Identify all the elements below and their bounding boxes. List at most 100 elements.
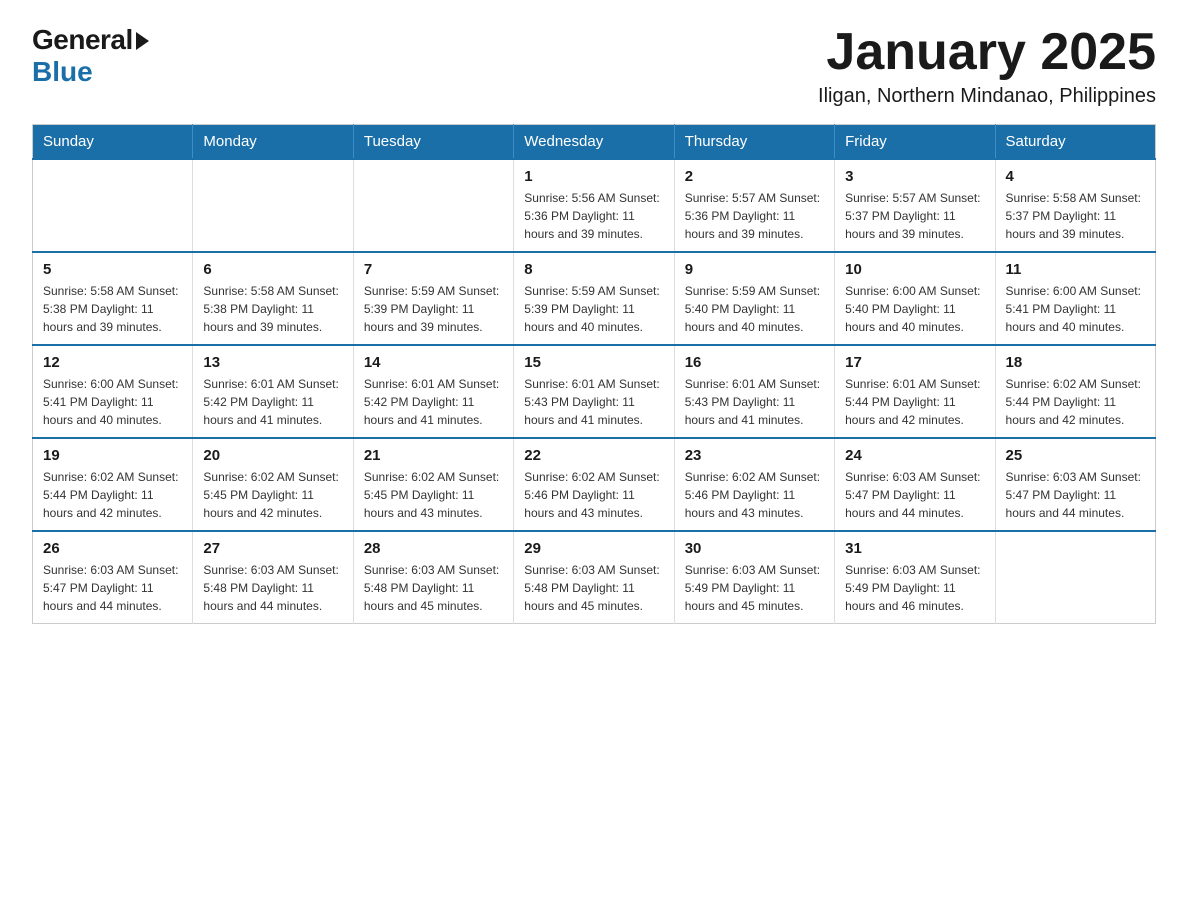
day-cell xyxy=(33,159,193,252)
day-info: Sunrise: 6:00 AM Sunset: 5:41 PM Dayligh… xyxy=(1006,282,1145,336)
day-info: Sunrise: 6:00 AM Sunset: 5:40 PM Dayligh… xyxy=(845,282,984,336)
day-info: Sunrise: 6:03 AM Sunset: 5:48 PM Dayligh… xyxy=(524,561,663,615)
day-cell: 20Sunrise: 6:02 AM Sunset: 5:45 PM Dayli… xyxy=(193,438,353,531)
month-title: January 2025 xyxy=(818,24,1156,81)
day-number: 16 xyxy=(685,354,824,371)
day-info: Sunrise: 6:02 AM Sunset: 5:44 PM Dayligh… xyxy=(1006,375,1145,429)
header-cell-sunday: Sunday xyxy=(33,125,193,160)
day-number: 5 xyxy=(43,261,182,278)
day-number: 7 xyxy=(364,261,503,278)
day-number: 10 xyxy=(845,261,984,278)
day-number: 12 xyxy=(43,354,182,371)
day-cell: 29 Sunrise: 6:03 AM Sunset: 5:48 PM Dayli… xyxy=(514,531,674,624)
logo: General Blue xyxy=(32,24,149,88)
day-number: 31 xyxy=(845,540,984,557)
day-cell: 6 Sunrise: 5:58 AM Sunset: 5:38 PM Daylig… xyxy=(193,252,353,345)
day-info: Sunrise: 5:58 AM Sunset: 5:38 PM Dayligh… xyxy=(203,282,342,336)
day-cell: 9Sunrise: 5:59 AM Sunset: 5:40 PM Daylig… xyxy=(674,252,834,345)
day-cell: 5 Sunrise: 5:58 AM Sunset: 5:38 PM Daylig… xyxy=(33,252,193,345)
header-row: SundayMondayTuesdayWednesdayThursdayFrid… xyxy=(33,125,1156,160)
week-row-1: 1Sunrise: 5:56 AM Sunset: 5:36 PM Daylig… xyxy=(33,159,1156,252)
location-text: Iligan, Northern Mindanao, Philippines xyxy=(818,85,1156,108)
day-cell: 16 Sunrise: 6:01 AM Sunset: 5:43 PM Dayli… xyxy=(674,345,834,438)
day-cell: 24Sunrise: 6:03 AM Sunset: 5:47 PM Dayli… xyxy=(835,438,995,531)
day-cell: 23Sunrise: 6:02 AM Sunset: 5:46 PM Dayli… xyxy=(674,438,834,531)
day-number: 13 xyxy=(203,354,342,371)
page-header: General Blue January 2025 Iligan, Northe… xyxy=(32,24,1156,108)
calendar-table: SundayMondayTuesdayWednesdayThursdayFrid… xyxy=(32,124,1156,624)
day-number: 15 xyxy=(524,354,663,371)
day-info: Sunrise: 6:02 AM Sunset: 5:45 PM Dayligh… xyxy=(364,468,503,522)
day-cell xyxy=(353,159,513,252)
day-number: 27 xyxy=(203,540,342,557)
day-cell xyxy=(995,531,1155,624)
day-cell: 28 Sunrise: 6:03 AM Sunset: 5:48 PM Dayli… xyxy=(353,531,513,624)
title-section: January 2025 Iligan, Northern Mindanao, … xyxy=(818,24,1156,108)
day-number: 9 xyxy=(685,261,824,278)
header-cell-tuesday: Tuesday xyxy=(353,125,513,160)
week-row-5: 26Sunrise: 6:03 AM Sunset: 5:47 PM Dayli… xyxy=(33,531,1156,624)
day-number: 1 xyxy=(524,168,663,185)
day-cell: 19Sunrise: 6:02 AM Sunset: 5:44 PM Dayli… xyxy=(33,438,193,531)
logo-general-text: General xyxy=(32,24,133,56)
day-number: 22 xyxy=(524,447,663,464)
day-cell xyxy=(193,159,353,252)
day-info: Sunrise: 6:03 AM Sunset: 5:47 PM Dayligh… xyxy=(1006,468,1145,522)
day-cell: 15 Sunrise: 6:01 AM Sunset: 5:43 PM Dayli… xyxy=(514,345,674,438)
day-number: 26 xyxy=(43,540,182,557)
day-info: Sunrise: 5:59 AM Sunset: 5:39 PM Dayligh… xyxy=(524,282,663,336)
day-cell: 17 Sunrise: 6:01 AM Sunset: 5:44 PM Dayli… xyxy=(835,345,995,438)
day-number: 18 xyxy=(1006,354,1145,371)
day-number: 14 xyxy=(364,354,503,371)
day-cell: 22 Sunrise: 6:02 AM Sunset: 5:46 PM Dayli… xyxy=(514,438,674,531)
day-number: 30 xyxy=(685,540,824,557)
day-info: Sunrise: 6:01 AM Sunset: 5:42 PM Dayligh… xyxy=(364,375,503,429)
day-info: Sunrise: 6:02 AM Sunset: 5:45 PM Dayligh… xyxy=(203,468,342,522)
day-cell: 18 Sunrise: 6:02 AM Sunset: 5:44 PM Dayli… xyxy=(995,345,1155,438)
calendar-header: SundayMondayTuesdayWednesdayThursdayFrid… xyxy=(33,125,1156,160)
day-info: Sunrise: 6:01 AM Sunset: 5:43 PM Dayligh… xyxy=(685,375,824,429)
header-cell-wednesday: Wednesday xyxy=(514,125,674,160)
header-cell-friday: Friday xyxy=(835,125,995,160)
week-row-3: 12Sunrise: 6:00 AM Sunset: 5:41 PM Dayli… xyxy=(33,345,1156,438)
calendar-body: 1Sunrise: 5:56 AM Sunset: 5:36 PM Daylig… xyxy=(33,159,1156,624)
day-info: Sunrise: 5:58 AM Sunset: 5:37 PM Dayligh… xyxy=(1006,189,1145,243)
day-info: Sunrise: 6:02 AM Sunset: 5:46 PM Dayligh… xyxy=(524,468,663,522)
day-number: 17 xyxy=(845,354,984,371)
day-cell: 21Sunrise: 6:02 AM Sunset: 5:45 PM Dayli… xyxy=(353,438,513,531)
day-cell: 30 Sunrise: 6:03 AM Sunset: 5:49 PM Dayli… xyxy=(674,531,834,624)
day-cell: 2Sunrise: 5:57 AM Sunset: 5:36 PM Daylig… xyxy=(674,159,834,252)
day-cell: 31 Sunrise: 6:03 AM Sunset: 5:49 PM Dayli… xyxy=(835,531,995,624)
day-info: Sunrise: 5:58 AM Sunset: 5:38 PM Dayligh… xyxy=(43,282,182,336)
day-number: 11 xyxy=(1006,261,1145,278)
day-cell: 4Sunrise: 5:58 AM Sunset: 5:37 PM Daylig… xyxy=(995,159,1155,252)
day-cell: 14 Sunrise: 6:01 AM Sunset: 5:42 PM Dayli… xyxy=(353,345,513,438)
day-number: 29 xyxy=(524,540,663,557)
day-info: Sunrise: 6:03 AM Sunset: 5:47 PM Dayligh… xyxy=(845,468,984,522)
week-row-2: 5 Sunrise: 5:58 AM Sunset: 5:38 PM Daylig… xyxy=(33,252,1156,345)
day-number: 28 xyxy=(364,540,503,557)
day-cell: 3Sunrise: 5:57 AM Sunset: 5:37 PM Daylig… xyxy=(835,159,995,252)
day-info: Sunrise: 5:57 AM Sunset: 5:37 PM Dayligh… xyxy=(845,189,984,243)
day-number: 25 xyxy=(1006,447,1145,464)
day-info: Sunrise: 6:03 AM Sunset: 5:49 PM Dayligh… xyxy=(685,561,824,615)
day-cell: 11 Sunrise: 6:00 AM Sunset: 5:41 PM Dayli… xyxy=(995,252,1155,345)
day-cell: 12Sunrise: 6:00 AM Sunset: 5:41 PM Dayli… xyxy=(33,345,193,438)
day-number: 19 xyxy=(43,447,182,464)
header-cell-saturday: Saturday xyxy=(995,125,1155,160)
day-number: 6 xyxy=(203,261,342,278)
day-cell: 13 Sunrise: 6:01 AM Sunset: 5:42 PM Dayli… xyxy=(193,345,353,438)
day-number: 2 xyxy=(685,168,824,185)
day-cell: 26Sunrise: 6:03 AM Sunset: 5:47 PM Dayli… xyxy=(33,531,193,624)
day-info: Sunrise: 5:59 AM Sunset: 5:39 PM Dayligh… xyxy=(364,282,503,336)
day-info: Sunrise: 6:03 AM Sunset: 5:49 PM Dayligh… xyxy=(845,561,984,615)
day-info: Sunrise: 6:03 AM Sunset: 5:48 PM Dayligh… xyxy=(364,561,503,615)
day-info: Sunrise: 6:01 AM Sunset: 5:43 PM Dayligh… xyxy=(524,375,663,429)
day-info: Sunrise: 6:03 AM Sunset: 5:48 PM Dayligh… xyxy=(203,561,342,615)
day-number: 8 xyxy=(524,261,663,278)
logo-blue-text: Blue xyxy=(32,56,93,88)
day-cell: 7 Sunrise: 5:59 AM Sunset: 5:39 PM Daylig… xyxy=(353,252,513,345)
day-cell: 1Sunrise: 5:56 AM Sunset: 5:36 PM Daylig… xyxy=(514,159,674,252)
day-info: Sunrise: 6:01 AM Sunset: 5:44 PM Dayligh… xyxy=(845,375,984,429)
day-info: Sunrise: 6:01 AM Sunset: 5:42 PM Dayligh… xyxy=(203,375,342,429)
